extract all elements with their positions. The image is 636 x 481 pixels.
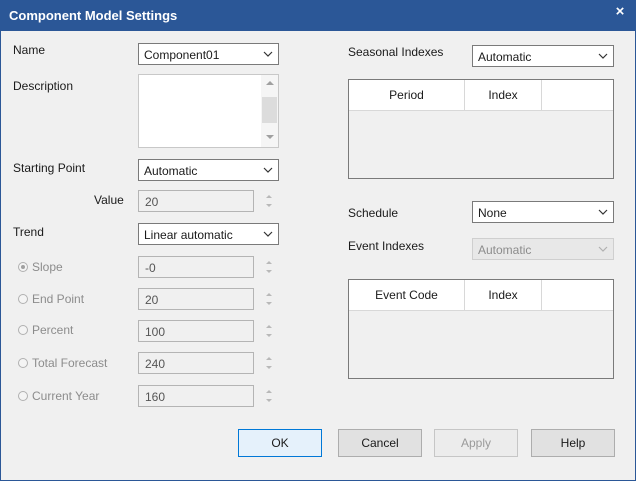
seasonal-indexes-label: Seasonal Indexes [348, 45, 444, 59]
end-point-label: End Point [32, 292, 85, 306]
current-year-spinner[interactable] [264, 385, 276, 407]
total-forecast-value: 240 [145, 357, 166, 371]
chevron-down-icon [263, 167, 273, 173]
value-value: 20 [145, 195, 159, 209]
apply-button[interactable]: Apply [434, 429, 518, 457]
seasonal-indexes-value: Automatic [478, 50, 532, 64]
schedule-dropdown[interactable]: None [472, 201, 614, 223]
spin-up-icon[interactable] [266, 390, 272, 393]
description-scrollbar[interactable] [261, 75, 278, 147]
seasonal-indexes-grid[interactable]: Period Index [348, 79, 614, 179]
current-year-value: 160 [145, 390, 166, 404]
scroll-thumb[interactable] [262, 97, 277, 123]
slope-spinner[interactable] [264, 256, 276, 278]
event-grid-header: Event Code Index [349, 280, 613, 311]
spin-down-icon[interactable] [266, 270, 272, 273]
starting-point-label: Starting Point [13, 161, 86, 175]
total-forecast-label: Total Forecast [32, 356, 108, 370]
column-header-period[interactable]: Period [349, 80, 465, 110]
chevron-down-icon [598, 209, 608, 215]
total-forecast-input[interactable]: 240 [138, 352, 254, 374]
spin-up-icon[interactable] [266, 195, 272, 198]
scroll-up-icon[interactable] [266, 81, 274, 85]
trend-value: Linear automatic [144, 228, 233, 242]
chevron-down-icon [598, 246, 608, 252]
event-indexes-dropdown[interactable]: Automatic [472, 238, 614, 260]
spin-down-icon[interactable] [266, 334, 272, 337]
name-value: Component01 [144, 48, 220, 62]
help-button[interactable]: Help [531, 429, 615, 457]
slope-label: Slope [32, 260, 63, 274]
spin-down-icon[interactable] [266, 204, 272, 207]
radio-total-forecast[interactable] [18, 358, 28, 368]
column-header-index[interactable]: Index [465, 280, 542, 310]
spin-up-icon[interactable] [266, 357, 272, 360]
seasonal-grid-header: Period Index [349, 80, 613, 111]
spin-up-icon[interactable] [266, 293, 272, 296]
radio-end-point[interactable] [18, 294, 28, 304]
dialog-title: Component Model Settings [9, 8, 178, 23]
name-label: Name [13, 43, 46, 57]
spin-down-icon[interactable] [266, 399, 272, 402]
percent-input[interactable]: 100 [138, 320, 254, 342]
event-indexes-label: Event Indexes [348, 239, 425, 253]
event-indexes-grid[interactable]: Event Code Index [348, 279, 614, 379]
starting-point-dropdown[interactable]: Automatic [138, 159, 279, 181]
current-year-input[interactable]: 160 [138, 385, 254, 407]
column-header-event-code[interactable]: Event Code [349, 280, 465, 310]
value-spinner[interactable] [264, 190, 276, 212]
percent-spinner[interactable] [264, 320, 276, 342]
spin-down-icon[interactable] [266, 302, 272, 305]
radio-percent[interactable] [18, 325, 28, 335]
end-point-value: 20 [145, 293, 159, 307]
spin-up-icon[interactable] [266, 325, 272, 328]
end-point-spinner[interactable] [264, 288, 276, 310]
percent-value: 100 [145, 325, 166, 339]
name-dropdown[interactable]: Component01 [138, 43, 279, 65]
chevron-down-icon [263, 231, 273, 237]
current-year-label: Current Year [32, 389, 100, 403]
end-point-input[interactable]: 20 [138, 288, 254, 310]
slope-value: -0 [145, 261, 156, 275]
description-textarea[interactable] [138, 74, 279, 148]
description-label: Description [13, 79, 74, 93]
trend-label: Trend [13, 225, 44, 239]
title-bar: Component Model Settings × [1, 1, 635, 31]
scroll-down-icon[interactable] [266, 135, 274, 139]
radio-slope[interactable] [18, 262, 28, 272]
percent-label: Percent [32, 323, 74, 337]
spin-up-icon[interactable] [266, 261, 272, 264]
trend-dropdown[interactable]: Linear automatic [138, 223, 279, 245]
slope-input[interactable]: -0 [138, 256, 254, 278]
value-input[interactable]: 20 [138, 190, 254, 212]
radio-current-year[interactable] [18, 391, 28, 401]
schedule-value: None [478, 206, 507, 220]
event-indexes-value: Automatic [478, 243, 532, 257]
spin-down-icon[interactable] [266, 366, 272, 369]
column-header-index[interactable]: Index [465, 80, 542, 110]
value-label: Value [94, 193, 124, 207]
seasonal-indexes-dropdown[interactable]: Automatic [472, 45, 614, 67]
close-icon[interactable]: × [605, 1, 635, 23]
total-forecast-spinner[interactable] [264, 352, 276, 374]
cancel-button[interactable]: Cancel [338, 429, 422, 457]
chevron-down-icon [598, 53, 608, 59]
schedule-label: Schedule [348, 206, 399, 220]
settings-dialog: Component Model Settings × Name Componen… [0, 0, 636, 481]
chevron-down-icon [263, 51, 273, 57]
starting-point-value: Automatic [144, 164, 198, 178]
ok-button[interactable]: OK [238, 429, 322, 457]
